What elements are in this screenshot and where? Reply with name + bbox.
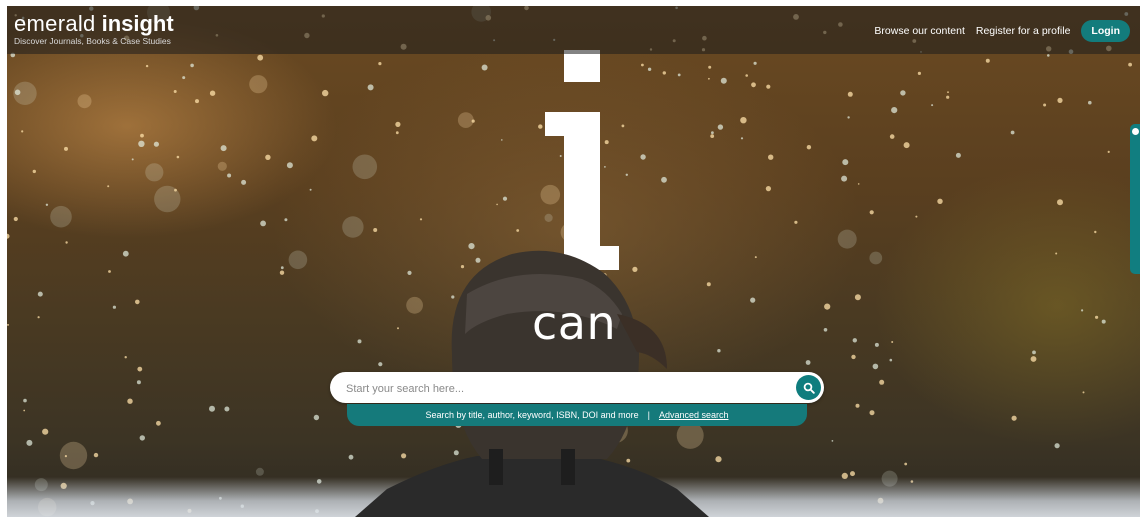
top-navigation-bar: emerald insight Discover Journals, Books … (7, 6, 1140, 54)
browse-content-link[interactable]: Browse our content (874, 25, 964, 37)
separator: | (647, 410, 650, 420)
header-nav: Browse our content Register for a profil… (874, 20, 1130, 42)
search-help-bar: Search by title, author, keyword, ISBN, … (347, 404, 807, 426)
search-button[interactable] (796, 375, 821, 400)
login-button[interactable]: Login (1081, 20, 1130, 42)
register-profile-link[interactable]: Register for a profile (976, 25, 1071, 37)
side-tab-icon (1132, 128, 1139, 135)
logo-tagline: Discover Journals, Books & Case Studies (14, 36, 171, 46)
side-feedback-tab[interactable] (1130, 124, 1140, 274)
hero-can-word: can (532, 296, 617, 350)
logo-word-insight: insight (101, 11, 174, 36)
search-icon (803, 382, 815, 394)
hero-background: can emerald insight Discover Journals, Bo… (7, 6, 1140, 517)
search-input[interactable] (344, 372, 788, 405)
emerald-insight-logo[interactable]: emerald insight Discover Journals, Books … (14, 11, 174, 46)
logo-word-emerald: emerald (14, 11, 96, 36)
search-help-text: Search by title, author, keyword, ISBN, … (425, 410, 639, 420)
search-box (330, 372, 824, 405)
advanced-search-link[interactable]: Advanced search (659, 410, 729, 420)
